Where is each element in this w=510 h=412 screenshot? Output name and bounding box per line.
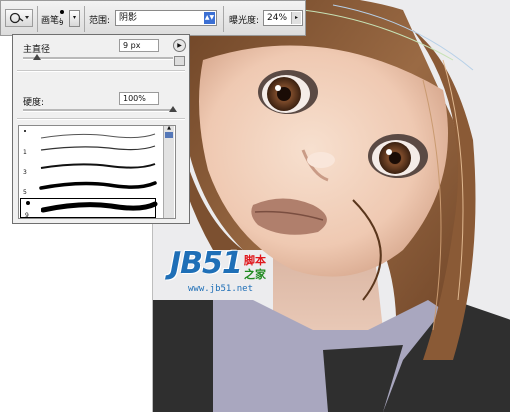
- range-select[interactable]: 阴影 ▲▼: [115, 10, 217, 26]
- brush-preset-row-selected[interactable]: 9: [20, 198, 158, 219]
- brush-preset-size: 5: [23, 189, 27, 196]
- brush-size-text: 9: [59, 19, 64, 27]
- brush-tip-icon: [24, 130, 26, 132]
- portrait-painting: [153, 0, 510, 412]
- scroll-thumb[interactable]: [165, 132, 173, 138]
- scroll-up-icon[interactable]: ▲: [165, 126, 173, 131]
- brush-preview[interactable]: 9: [58, 9, 66, 29]
- chevron-down-icon: ▲▼: [204, 12, 215, 24]
- brush-tip-icon: [26, 201, 30, 205]
- slider-knob[interactable]: [32, 54, 41, 60]
- brush-preset-size: 3: [23, 169, 27, 176]
- hardness-input[interactable]: 100%: [119, 92, 159, 105]
- divider: [17, 118, 185, 120]
- brush-preset-row[interactable]: 5: [19, 178, 159, 196]
- brush-dot-icon: [60, 10, 64, 14]
- brush-picker-panel: 主直径 9 px ▶ 硬度: 100% 1 3 5 9 ▲: [12, 34, 190, 224]
- hardness-slider[interactable]: [23, 106, 177, 112]
- chevron-right-icon[interactable]: ▸: [291, 12, 301, 24]
- divider: [17, 70, 185, 72]
- separator: [84, 6, 85, 32]
- master-diameter-slider[interactable]: [23, 54, 173, 60]
- site-watermark: JB51 脚本 之家 www.jb51.net: [170, 246, 280, 302]
- brush-picker-button[interactable]: ▾: [69, 10, 80, 27]
- master-diameter-input[interactable]: 9 px: [119, 39, 159, 52]
- slider-knob[interactable]: [169, 106, 177, 112]
- watermark-cn-line2: 之家: [244, 268, 266, 281]
- watermark-url: www.jb51.net: [188, 284, 254, 294]
- exposure-field[interactable]: 24% ▸: [263, 10, 303, 26]
- range-label: 范围:: [89, 16, 111, 26]
- exposure-label: 曝光度:: [229, 16, 260, 26]
- brush-preset-size: 9: [25, 212, 29, 219]
- separator: [37, 6, 38, 32]
- brush-preset-size: 1: [23, 149, 27, 156]
- hardness-label: 硬度:: [23, 98, 45, 108]
- brush-preset-row[interactable]: 1: [19, 138, 159, 156]
- document-canvas[interactable]: [152, 0, 510, 412]
- new-preset-icon[interactable]: [174, 56, 185, 66]
- tool-options-bar: 画笔: 9 ▾ 范围: 阴影 ▲▼ 曝光度: 24% ▸: [0, 0, 306, 36]
- brush-preset-list[interactable]: 1 3 5 9 ▲: [18, 125, 176, 219]
- watermark-logo: JB51: [170, 246, 243, 281]
- preset-list-scrollbar[interactable]: ▲: [163, 126, 174, 218]
- separator: [223, 6, 224, 32]
- brush-preset-row[interactable]: 3: [19, 158, 159, 176]
- range-select-value: 阴影: [119, 13, 138, 23]
- exposure-value: 24%: [267, 13, 288, 23]
- dodge-burn-icon[interactable]: [5, 9, 33, 27]
- panel-menu-arrow-icon[interactable]: ▶: [173, 39, 186, 52]
